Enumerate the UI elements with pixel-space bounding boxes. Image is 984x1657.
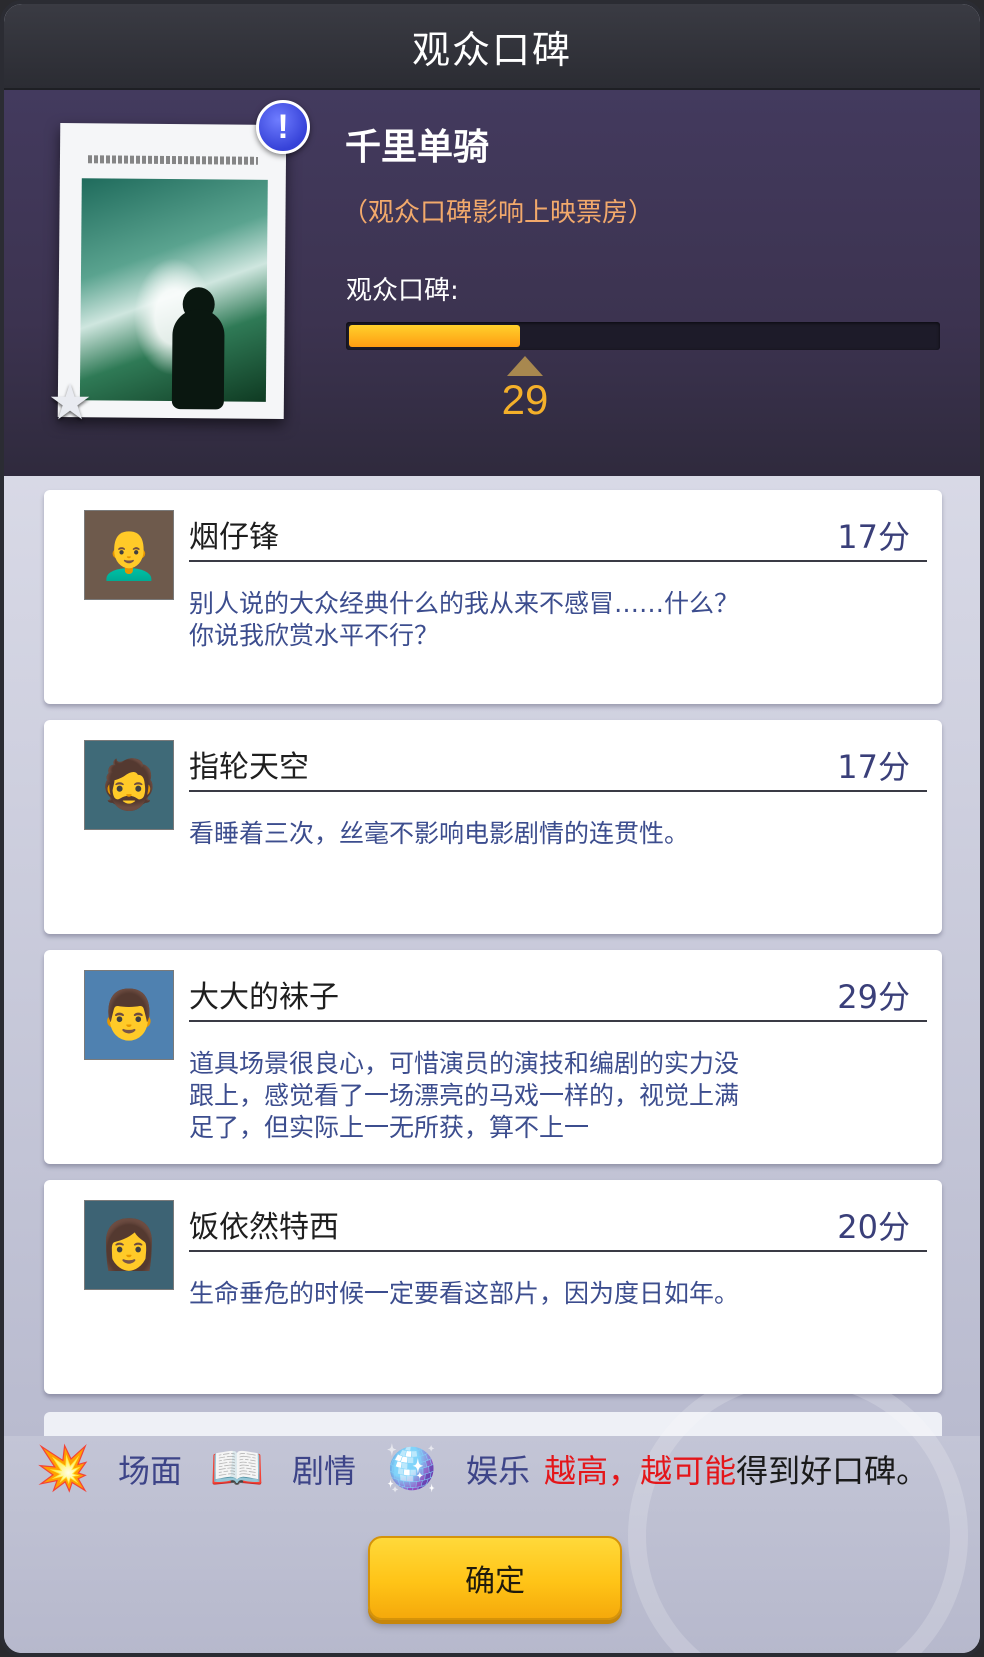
legend-label-scene: 场面 [118, 1452, 183, 1490]
poster-figure [171, 309, 225, 410]
review-score: 17分 [837, 748, 910, 786]
rating-marker-icon [507, 356, 543, 376]
star-icon: ★ [47, 373, 93, 431]
review-text: 道具场景很良心，可惜演员的演技和编剧的实力没跟上，感觉看了一场漂亮的马戏一样的，… [189, 1049, 740, 1142]
rating-label: 观众口碑: [346, 276, 459, 306]
dark-hair-man-avatar: 👨 [84, 970, 174, 1060]
review-score: 17分 [837, 518, 910, 556]
rating-legend: 💥 场面 📖 剧情 🪩 娱乐 越高， 越可能 得到好口碑。 [22, 1436, 972, 1502]
review-list[interactable]: 👨‍🦲 烟仔锋 17分 别人说的大众经典什么的我从来不感冒……什么？你说我欣赏水… [4, 476, 980, 1436]
legend-label-entertainment: 娱乐 [466, 1452, 531, 1490]
legend-highlight-higher: 越高， [544, 1452, 641, 1490]
poster-title-text [87, 155, 259, 165]
bald-man-avatar: 👨‍🦲 [84, 510, 174, 600]
woman-avatar: 👩 [84, 1200, 174, 1290]
reviewer-name: 大大的袜子 [189, 980, 339, 1015]
reviewer-name: 烟仔锋 [189, 520, 279, 555]
dialog-title: 观众口碑 [411, 27, 572, 72]
movie-note: （观众口碑影响上映票房） [342, 198, 655, 228]
legend-suffix: 得到好口碑。 [736, 1452, 929, 1490]
card-divider [189, 1020, 927, 1022]
glasses-man-avatar: 🧔 [84, 740, 174, 830]
movie-poster[interactable] [57, 123, 287, 419]
card-divider [189, 1250, 927, 1252]
review-text: 看睡着三次，丝毫不影响电影剧情的连贯性。 [189, 819, 690, 848]
review-text: 别人说的大众经典什么的我从来不感冒……什么？你说我欣赏水平不行？ [189, 589, 740, 650]
reviewer-name: 指轮天空 [189, 750, 309, 785]
legend-label-plot: 剧情 [292, 1452, 357, 1490]
explosion-icon: 💥 [35, 1443, 91, 1494]
rating-bar-fill [349, 325, 520, 347]
review-score: 29分 [837, 978, 910, 1016]
open-book-icon: 📖 [209, 1443, 265, 1494]
rating-bar [346, 322, 940, 350]
card-divider [189, 560, 927, 562]
movie-info-panel: ! ★ 千里单骑 （观众口碑影响上映票房） 观众口碑: 29 [4, 90, 980, 476]
rating-value: 29 [501, 376, 549, 423]
legend-highlight-likely: 越可能 [640, 1452, 737, 1490]
dialog-header: 观众口碑 [4, 4, 980, 90]
alert-icon[interactable]: ! [256, 100, 310, 154]
disco-ball-icon: 🪩 [383, 1443, 439, 1494]
reviewer-name: 饭依然特西 [189, 1210, 339, 1245]
poster-image [79, 178, 268, 410]
review-card: 🧔 指轮天空 17分 看睡着三次，丝毫不影响电影剧情的连贯性。 [44, 720, 942, 934]
movie-title: 千里单骑 [345, 127, 490, 168]
review-dialog: 观众口碑 ! ★ 千里单骑 （观众口碑影响上映票房） 观众口碑: 29 👨‍🦲 … [0, 0, 984, 1657]
review-card: 👩 饭依然特西 20分 生命垂危的时候一定要看这部片，因为度日如年。 [44, 1180, 942, 1394]
review-text: 生命垂危的时候一定要看这部片，因为度日如年。 [189, 1279, 740, 1308]
confirm-button[interactable]: 确定 [368, 1536, 622, 1620]
review-score: 20分 [837, 1208, 910, 1246]
review-card: 👨 大大的袜子 29分 道具场景很良心，可惜演员的演技和编剧的实力没跟上，感觉看… [44, 950, 942, 1164]
card-divider [189, 790, 927, 792]
review-card: 👨‍🦲 烟仔锋 17分 别人说的大众经典什么的我从来不感冒……什么？你说我欣赏水… [44, 490, 942, 704]
